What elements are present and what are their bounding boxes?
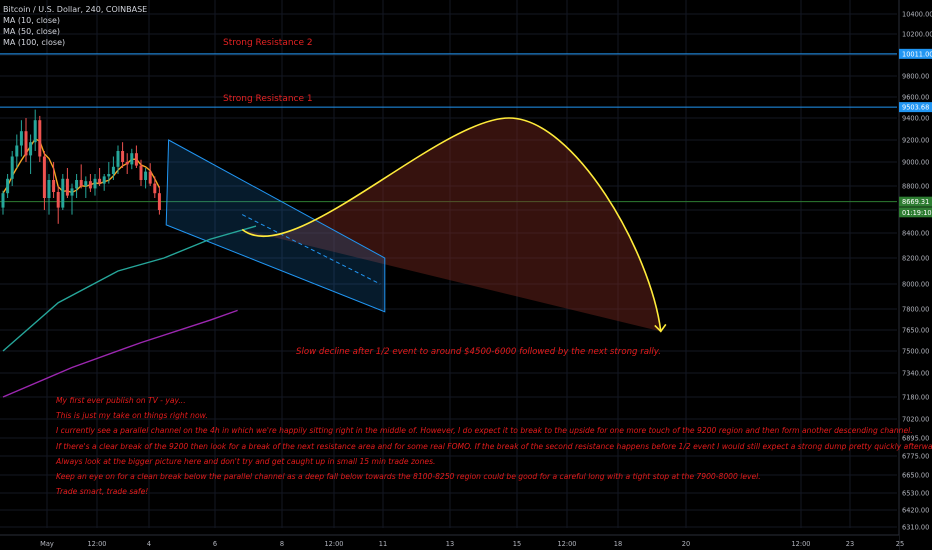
candle-body (111, 166, 115, 174)
ma10-label[interactable]: MA (10, close) (3, 15, 147, 26)
x-tick-label: 18 (614, 540, 622, 548)
y-tick-label: 7340.00 (902, 370, 929, 378)
price-tag-label: 10011.00 (902, 50, 932, 58)
y-tick-label: 6310.00 (902, 524, 929, 532)
price-tag-label: 01:19:10 (902, 209, 932, 217)
slow-decline-note: Slow decline after 1/2 event to around $… (296, 347, 661, 357)
y-tick-label: 7500.00 (902, 348, 929, 356)
y-tick-label: 7800.00 (902, 306, 929, 314)
candle-body (84, 181, 88, 186)
y-tick-label: 8800.00 (902, 183, 929, 191)
x-tick-label: 25 (896, 540, 904, 548)
resistance-1-label: Strong Resistance 1 (223, 94, 313, 104)
x-tick-label: 8 (280, 540, 284, 548)
x-tick-label: 20 (682, 540, 690, 548)
x-tick-label: 12:00 (557, 540, 576, 548)
candle-body (1, 193, 5, 208)
y-tick-label: 8200.00 (902, 255, 929, 263)
candle-body (102, 176, 106, 184)
candle-body (65, 178, 69, 196)
candle-body (24, 131, 28, 156)
price-tag-label: 9503.68 (902, 104, 929, 112)
note-line: My first ever publish on TV - yay... (56, 396, 186, 405)
y-tick-label: 6420.00 (902, 507, 929, 515)
candle-body (61, 178, 65, 208)
candle-body (134, 153, 138, 166)
x-tick-label: 23 (846, 540, 854, 548)
candle-body (121, 151, 125, 162)
y-tick-label: 9200.00 (902, 137, 929, 145)
candle-body (148, 171, 152, 184)
candle-body (29, 142, 33, 156)
ma50-label[interactable]: MA (50, close) (3, 26, 147, 37)
candle-body (70, 188, 74, 196)
candle-body (79, 180, 83, 186)
note-line: Always look at the bigger picture here a… (56, 456, 436, 466)
x-tick-label: 13 (446, 540, 454, 548)
symbol-title[interactable]: Bitcoin / U.S. Dollar, 240, COINBASE (3, 4, 147, 15)
candle-body (157, 193, 161, 210)
y-tick-label: 9000.00 (902, 159, 929, 167)
ma100-label[interactable]: MA (100, close) (3, 37, 147, 48)
author-notes: My first ever publish on TV - yay... Thi… (56, 393, 932, 499)
x-tick-label: 12:00 (324, 540, 343, 548)
x-tick-label: 15 (513, 540, 521, 548)
candle-body (116, 151, 120, 167)
x-tick-label: 11 (379, 540, 387, 548)
candle-body (75, 180, 79, 189)
candle-body (19, 131, 23, 146)
candle-body (56, 192, 60, 208)
note-line: I currently see a parallel channel on th… (56, 426, 913, 436)
candle-body (33, 120, 37, 143)
price-tag-label: 8669.31 (902, 198, 929, 206)
note-line: This is just my take on things right now… (56, 411, 208, 421)
candle-body (15, 145, 19, 157)
candle-body (144, 171, 148, 180)
note-line: Trade smart, trade safe! (56, 487, 149, 497)
candle-body (153, 183, 157, 194)
x-tick-label: May (40, 540, 54, 548)
candle-body (93, 178, 97, 189)
candle-body (6, 178, 10, 194)
resistance-2-label: Strong Resistance 2 (223, 38, 313, 48)
y-tick-label: 9800.00 (902, 73, 929, 81)
candle-body (130, 153, 134, 165)
y-tick-label: 10200.00 (902, 31, 932, 39)
candle-body (47, 180, 51, 198)
time-axis[interactable]: May 12:00 4 6 8 12:00 11 13 15 12:00 18 20 12:00 23 25 (0, 534, 904, 550)
y-tick-label: 8400.00 (902, 230, 929, 238)
x-tick-label: 6 (213, 540, 217, 548)
candle-body (125, 162, 129, 165)
candle-body (52, 180, 56, 192)
y-tick-label: 7650.00 (902, 327, 929, 335)
y-tick-label: 9600.00 (902, 94, 929, 102)
y-tick-label: 8000.00 (902, 281, 929, 289)
x-tick-label: 12:00 (791, 540, 810, 548)
chart-legend: Bitcoin / U.S. Dollar, 240, COINBASE MA … (3, 4, 147, 48)
candles (1, 109, 161, 224)
note-line: If there's a clear break of the 9200 the… (56, 441, 932, 451)
candle-body (42, 156, 46, 198)
ma100-line (2, 309, 238, 398)
candle-body (38, 120, 42, 157)
note-line: Keep an eye on for a clean break below t… (56, 471, 761, 481)
x-tick-label: 4 (147, 540, 151, 548)
candle-body (98, 178, 102, 184)
x-tick-label: 12:00 (87, 540, 106, 548)
y-tick-label: 9400.00 (902, 115, 929, 123)
y-tick-label: 10400.00 (902, 11, 932, 19)
candle-body (139, 165, 143, 180)
candle-body (107, 174, 111, 177)
candle-body (10, 156, 14, 179)
candle-body (88, 181, 92, 189)
